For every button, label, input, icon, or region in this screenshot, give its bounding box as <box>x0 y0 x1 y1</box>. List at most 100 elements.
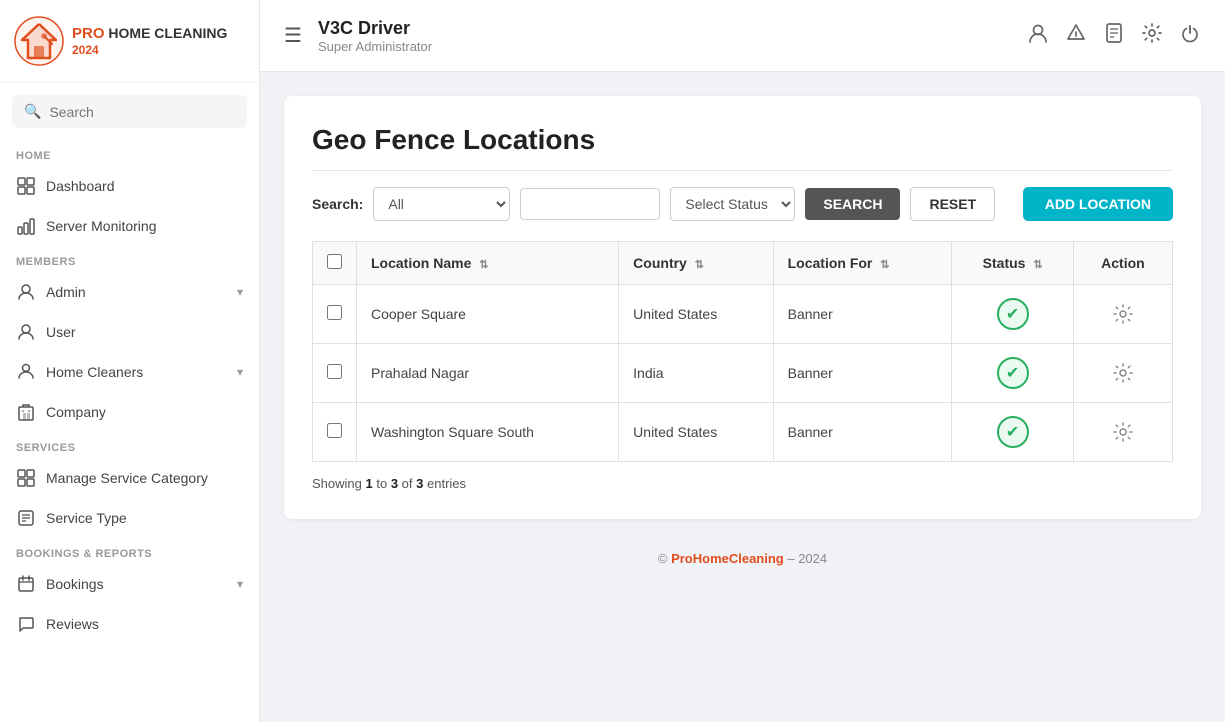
sidebar-item-dashboard[interactable]: Dashboard <box>0 166 259 206</box>
action-gear-2[interactable] <box>1106 356 1140 390</box>
sidebar-item-home-cleaners-label: Home Cleaners <box>46 364 227 380</box>
document-icon[interactable] <box>1103 22 1125 49</box>
row-checkbox-3[interactable] <box>327 423 342 438</box>
td-status-3: ✔ <box>952 403 1073 462</box>
td-status-1: ✔ <box>952 285 1073 344</box>
td-location-for-1: Banner <box>773 285 952 344</box>
th-country[interactable]: Country ⇅ <box>619 242 773 285</box>
td-checkbox-1 <box>313 285 357 344</box>
status-circle-1: ✔ <box>997 298 1029 330</box>
sidebar-item-admin-label: Admin <box>46 284 227 300</box>
bar-chart-icon <box>16 216 36 236</box>
search-text-input[interactable] <box>520 188 660 220</box>
grid-icon <box>16 176 36 196</box>
topbar-title: V3C Driver <box>318 18 432 39</box>
logo-icon <box>14 16 64 66</box>
status-badge-active-3[interactable]: ✔ <box>996 415 1030 449</box>
status-badge-active-2[interactable]: ✔ <box>996 356 1030 390</box>
status-badge-active-1[interactable]: ✔ <box>996 297 1030 331</box>
table-row: Cooper Square United States Banner ✔ <box>313 285 1173 344</box>
th-location-name[interactable]: Location Name ⇅ <box>357 242 619 285</box>
td-country-1: United States <box>619 285 773 344</box>
sidebar-item-bookings[interactable]: Bookings ▾ <box>0 564 259 604</box>
sidebar-search-box[interactable]: 🔍 <box>12 95 247 128</box>
sidebar-item-user[interactable]: User <box>0 312 259 352</box>
sidebar-item-dashboard-label: Dashboard <box>46 178 243 194</box>
row-checkbox-2[interactable] <box>327 364 342 379</box>
sort-icon-location: ⇅ <box>479 259 488 271</box>
person-outline-icon <box>16 322 36 342</box>
logo-text: PRO HOME CLEANING 2024 <box>72 24 227 58</box>
sidebar-item-service-type-label: Service Type <box>46 510 243 526</box>
sidebar-item-manage-service-category-label: Manage Service Category <box>46 470 243 486</box>
search-button[interactable]: SEARCH <box>805 188 900 220</box>
sidebar-item-user-label: User <box>46 324 243 340</box>
sidebar-item-reviews-label: Reviews <box>46 616 243 632</box>
sort-icon-location-for: ⇅ <box>880 259 889 271</box>
power-icon[interactable] <box>1179 22 1201 49</box>
calendar-icon <box>16 574 36 594</box>
reset-button[interactable]: RESET <box>910 187 995 221</box>
table-controls: Search: All Location Name Country Select… <box>312 187 1173 221</box>
status-circle-2: ✔ <box>997 357 1029 389</box>
th-status[interactable]: Status ⇅ <box>952 242 1073 285</box>
status-select[interactable]: Select Status Active Inactive <box>670 187 795 221</box>
td-action-2 <box>1073 344 1172 403</box>
sidebar-item-company[interactable]: Company <box>0 392 259 432</box>
list-alt-icon <box>16 508 36 528</box>
sidebar-item-service-type[interactable]: Service Type <box>0 498 259 538</box>
th-location-for[interactable]: Location For ⇅ <box>773 242 952 285</box>
action-gear-3[interactable] <box>1106 415 1140 449</box>
sidebar-item-home-cleaners[interactable]: Home Cleaners ▾ <box>0 352 259 392</box>
footer-brand: ProHomeCleaning <box>671 551 784 566</box>
page-card: Geo Fence Locations Search: All Location… <box>284 96 1201 519</box>
main-content: ☰ V3C Driver Super Administrator <box>260 0 1225 722</box>
td-country-2: India <box>619 344 773 403</box>
logo: PRO HOME CLEANING 2024 <box>0 0 259 83</box>
nav-section-bookings: BOOKINGS & REPORTS <box>0 538 259 564</box>
td-location-name-2: Prahalad Nagar <box>357 344 619 403</box>
footer: © ProHomeCleaning – 2024 <box>284 535 1201 582</box>
chat-icon <box>16 614 36 634</box>
chevron-down-icon-2: ▾ <box>237 365 243 379</box>
grid-sm-icon <box>16 468 36 488</box>
nav-section-members: MEMBERS <box>0 246 259 272</box>
showing-text: Showing 1 to 3 of 3 entries <box>312 476 1173 491</box>
logo-year: 2024 <box>72 43 227 57</box>
person-badge-icon <box>16 362 36 382</box>
sidebar-item-server-monitoring[interactable]: Server Monitoring <box>0 206 259 246</box>
sidebar-search-input[interactable] <box>49 104 235 120</box>
td-country-3: United States <box>619 403 773 462</box>
sidebar-item-manage-service-category[interactable]: Manage Service Category <box>0 458 259 498</box>
td-status-2: ✔ <box>952 344 1073 403</box>
topbar-subtitle: Super Administrator <box>318 39 432 54</box>
sidebar: PRO HOME CLEANING 2024 🔍 HOME Dashboard … <box>0 0 260 722</box>
select-all-checkbox[interactable] <box>327 254 342 269</box>
th-checkbox <box>313 242 357 285</box>
hamburger-icon[interactable]: ☰ <box>284 23 302 48</box>
search-category-select[interactable]: All Location Name Country <box>373 187 510 221</box>
td-checkbox-3 <box>313 403 357 462</box>
td-action-3 <box>1073 403 1172 462</box>
alert-icon[interactable] <box>1065 22 1087 49</box>
sort-icon-country: ⇅ <box>695 259 704 271</box>
content-area: Geo Fence Locations Search: All Location… <box>260 72 1225 722</box>
row-checkbox-1[interactable] <box>327 305 342 320</box>
td-location-name-1: Cooper Square <box>357 285 619 344</box>
table-row: Prahalad Nagar India Banner ✔ <box>313 344 1173 403</box>
nav-section-home: HOME <box>0 140 259 166</box>
search-icon: 🔍 <box>24 103 41 120</box>
sidebar-item-company-label: Company <box>46 404 243 420</box>
person-icon <box>16 282 36 302</box>
topbar: ☰ V3C Driver Super Administrator <box>260 0 1225 72</box>
user-icon[interactable] <box>1027 22 1049 49</box>
action-gear-1[interactable] <box>1106 297 1140 331</box>
table-row: Washington Square South United States Ba… <box>313 403 1173 462</box>
settings-icon[interactable] <box>1141 22 1163 49</box>
building-icon <box>16 402 36 422</box>
sidebar-item-admin[interactable]: Admin ▾ <box>0 272 259 312</box>
add-location-button[interactable]: ADD LOCATION <box>1023 187 1173 221</box>
sidebar-item-reviews[interactable]: Reviews <box>0 604 259 644</box>
td-action-1 <box>1073 285 1172 344</box>
chevron-down-icon: ▾ <box>237 285 243 299</box>
